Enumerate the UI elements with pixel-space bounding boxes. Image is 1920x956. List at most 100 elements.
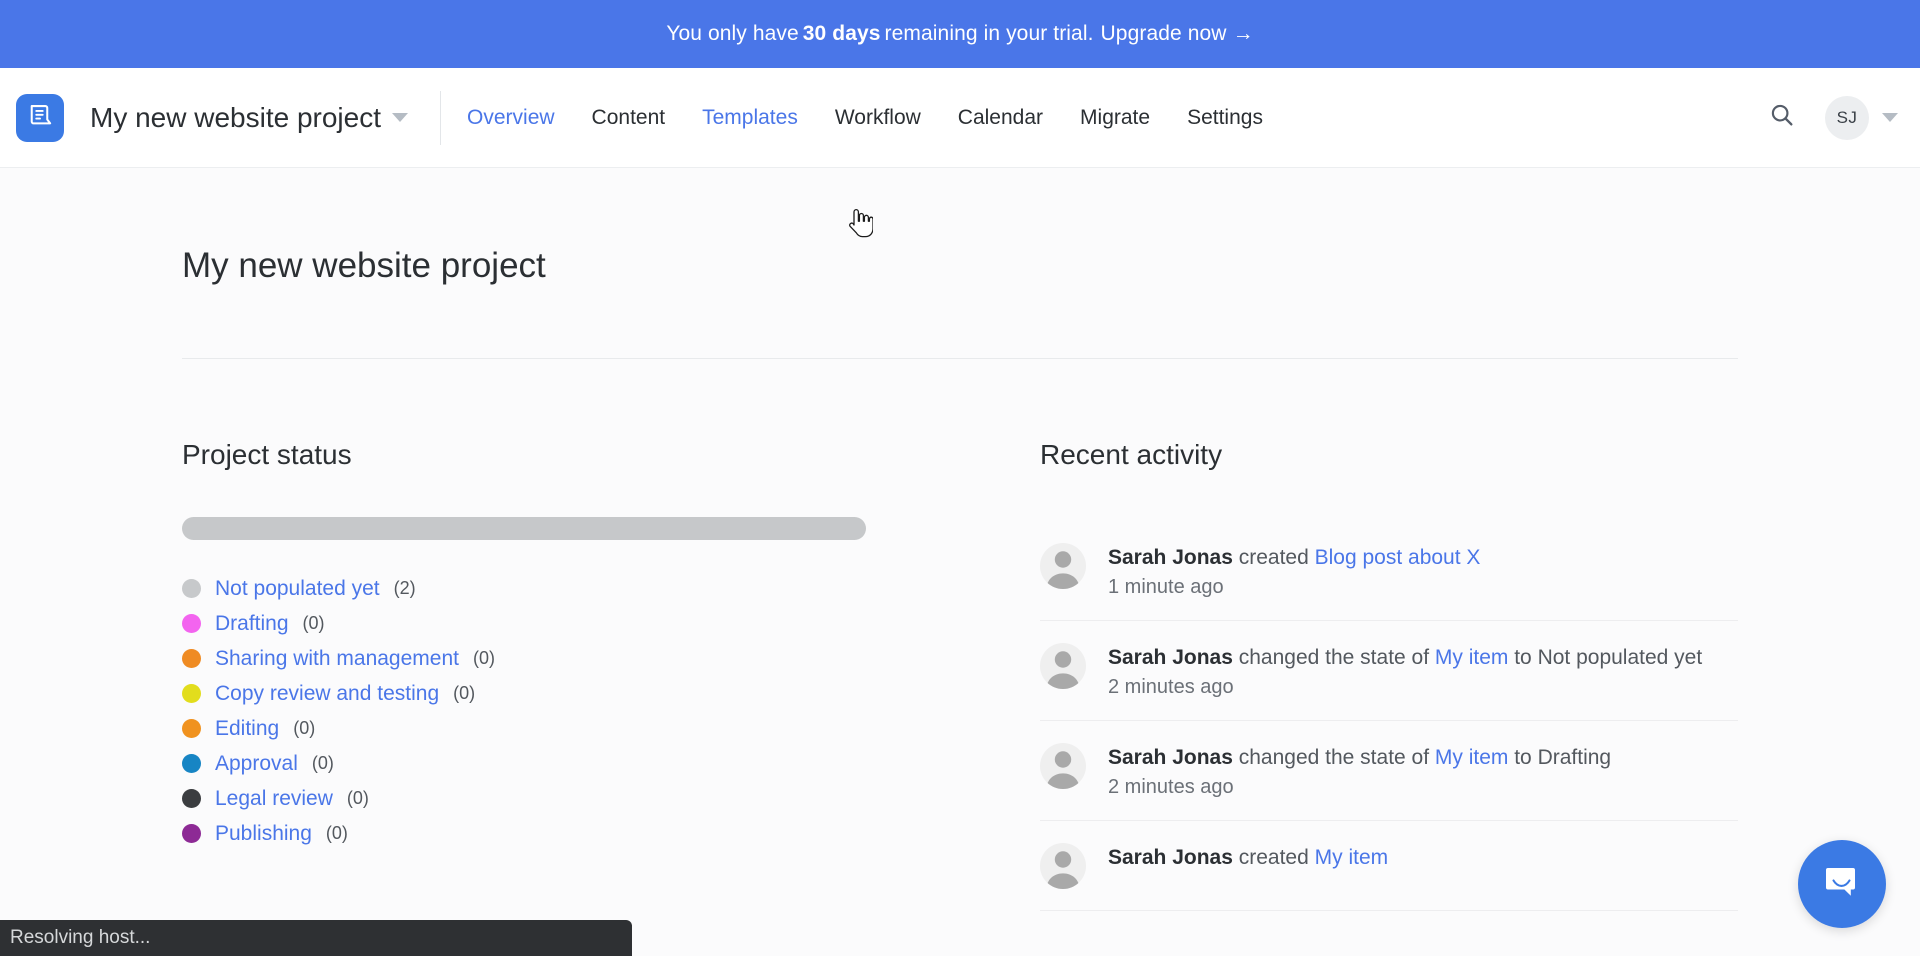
top-navigation-bar: My new website project Overview Content … <box>0 68 1920 238</box>
legend-item-label[interactable]: Publishing <box>215 822 312 846</box>
status-dot-icon <box>182 684 201 703</box>
page-title: My new website project <box>182 246 546 285</box>
activity-verb: changed the state of <box>1232 645 1435 669</box>
activity-reference-link[interactable]: My item <box>1435 746 1509 769</box>
legend-item-label[interactable]: Sharing with management <box>215 647 459 671</box>
legend-item-count: (2) <box>393 578 416 598</box>
legend-item[interactable]: Not populated yet (2) <box>182 571 1022 606</box>
activity-actor: Sarah Jonas <box>1108 546 1233 569</box>
status-dot-icon <box>182 754 201 773</box>
status-dot-icon <box>182 789 201 808</box>
chat-bubble-icon <box>1820 860 1864 909</box>
legend-item[interactable]: Approval (0) <box>182 746 1022 781</box>
legend-item-label[interactable]: Approval <box>215 752 298 776</box>
trial-banner-days: 30 days <box>802 22 881 45</box>
activity-actor: Sarah Jonas <box>1108 745 1233 769</box>
nav-item-migrate[interactable]: Migrate <box>1080 107 1150 128</box>
activity-actor: Sarah Jonas <box>1108 645 1233 669</box>
legend-item-label[interactable]: Legal review <box>215 787 333 811</box>
trial-banner: You only have 30 days remaining in your … <box>0 0 1920 68</box>
avatar-placeholder-icon <box>1040 742 1086 789</box>
activity-verb: changed the state of <box>1232 745 1435 769</box>
project-status-panel: Project status Not populated yet (2) Dra… <box>182 439 1022 911</box>
activity-body: Sarah Jonas changed the state of My item… <box>1108 743 1611 799</box>
search-icon <box>1769 102 1795 133</box>
activity-verb: created <box>1232 845 1315 869</box>
upgrade-now-link[interactable]: Upgrade now <box>1101 22 1227 46</box>
progress-segment-not-populated-yet <box>182 517 866 540</box>
activity-body: Sarah Jonas created Blog post about X 1 … <box>1108 543 1480 599</box>
activity-body: Sarah Jonas created My item <box>1108 843 1388 876</box>
nav-right-group: SJ <box>1765 95 1898 140</box>
activity-tail: to Drafting <box>1508 745 1612 769</box>
nav-item-content[interactable]: Content <box>592 107 666 128</box>
activity-reference-link[interactable]: My item <box>1435 646 1509 669</box>
activity-text: Sarah Jonas changed the state of My item… <box>1108 744 1611 773</box>
activity-body: Sarah Jonas changed the state of My item… <box>1108 643 1702 699</box>
page-content: My new website project Project status No… <box>0 168 1920 956</box>
status-dot-icon <box>182 719 201 738</box>
activity-item: Sarah Jonas created Blog post about X 1 … <box>1040 519 1738 621</box>
activity-text: Sarah Jonas created My item <box>1108 844 1388 873</box>
legend-item-count: (0) <box>346 788 369 808</box>
activity-reference-link[interactable]: My item <box>1315 846 1389 869</box>
legend-item-count: (0) <box>472 648 495 668</box>
arrow-right-icon: → <box>1232 22 1254 45</box>
activity-tail: to Not populated yet <box>1508 645 1703 669</box>
legend-item-label[interactable]: Not populated yet <box>215 577 380 601</box>
avatar-placeholder-icon <box>1040 842 1086 889</box>
activity-list: Sarah Jonas created Blog post about X 1 … <box>1040 519 1738 911</box>
legend-item-count: (0) <box>311 753 334 773</box>
status-dot-icon <box>182 824 201 843</box>
status-dot-icon <box>182 579 201 598</box>
dashboard-columns: Project status Not populated yet (2) Dra… <box>182 439 1738 911</box>
legend-item-count: (0) <box>325 823 348 843</box>
nav-item-calendar[interactable]: Calendar <box>958 107 1043 128</box>
status-dot-icon <box>182 649 201 668</box>
legend-item-label[interactable]: Editing <box>215 717 279 741</box>
project-switcher-label: My new website project <box>90 101 382 133</box>
legend-item[interactable]: Copy review and testing (0) <box>182 676 1022 711</box>
activity-text: Sarah Jonas created Blog post about X <box>1108 544 1480 573</box>
legend-item[interactable]: Publishing (0) <box>182 816 1022 851</box>
project-status-heading: Project status <box>182 439 352 470</box>
legend-item-count: (0) <box>453 683 476 703</box>
avatar-placeholder-icon <box>1040 543 1086 589</box>
legend-item-count: (0) <box>293 718 316 738</box>
activity-timestamp: 2 minutes ago <box>1108 675 1234 698</box>
activity-reference-link[interactable]: Blog post about X <box>1315 546 1481 569</box>
trial-banner-suffix: remaining in your trial. <box>884 22 1094 45</box>
nav-item-workflow[interactable]: Workflow <box>835 107 921 128</box>
browser-status-bar: Resolving host... <box>0 920 632 956</box>
user-menu[interactable]: SJ <box>1825 95 1898 140</box>
avatar-placeholder-icon <box>1040 642 1086 689</box>
legend-item[interactable]: Drafting (0) <box>182 606 1022 641</box>
activity-verb: created <box>1232 546 1315 569</box>
legend-item[interactable]: Legal review (0) <box>182 781 1022 816</box>
document-logo-icon <box>27 102 54 134</box>
nav-divider <box>440 90 442 145</box>
search-button[interactable] <box>1765 101 1799 135</box>
legend-item[interactable]: Editing (0) <box>182 711 1022 746</box>
activity-timestamp: 1 minute ago <box>1108 575 1224 598</box>
legend-item-count: (0) <box>302 613 325 633</box>
trial-banner-prefix: You only have <box>666 22 799 45</box>
primary-nav: Overview Content Templates Workflow Cale… <box>467 107 1263 128</box>
legend-item-label[interactable]: Drafting <box>215 612 289 636</box>
activity-item: Sarah Jonas changed the state of My item… <box>1040 621 1738 721</box>
activity-text: Sarah Jonas changed the state of My item… <box>1108 644 1702 673</box>
recent-activity-panel: Recent activity Sarah Jonas created Blog… <box>1022 439 1738 911</box>
project-status-progress-bar <box>182 517 866 540</box>
nav-item-overview[interactable]: Overview <box>467 107 555 128</box>
activity-item: Sarah Jonas changed the state of My item… <box>1040 721 1738 821</box>
activity-timestamp: 2 minutes ago <box>1108 775 1234 798</box>
legend-item-label[interactable]: Copy review and testing <box>215 682 439 706</box>
app-logo[interactable] <box>16 93 64 142</box>
nav-item-templates[interactable]: Templates <box>702 107 798 128</box>
chevron-down-icon <box>392 113 409 122</box>
legend-item[interactable]: Sharing with management (0) <box>182 641 1022 676</box>
chat-launcher-button[interactable] <box>1798 840 1886 928</box>
nav-item-settings[interactable]: Settings <box>1187 107 1263 128</box>
project-switcher[interactable]: My new website project <box>90 101 409 134</box>
status-dot-icon <box>182 614 201 633</box>
